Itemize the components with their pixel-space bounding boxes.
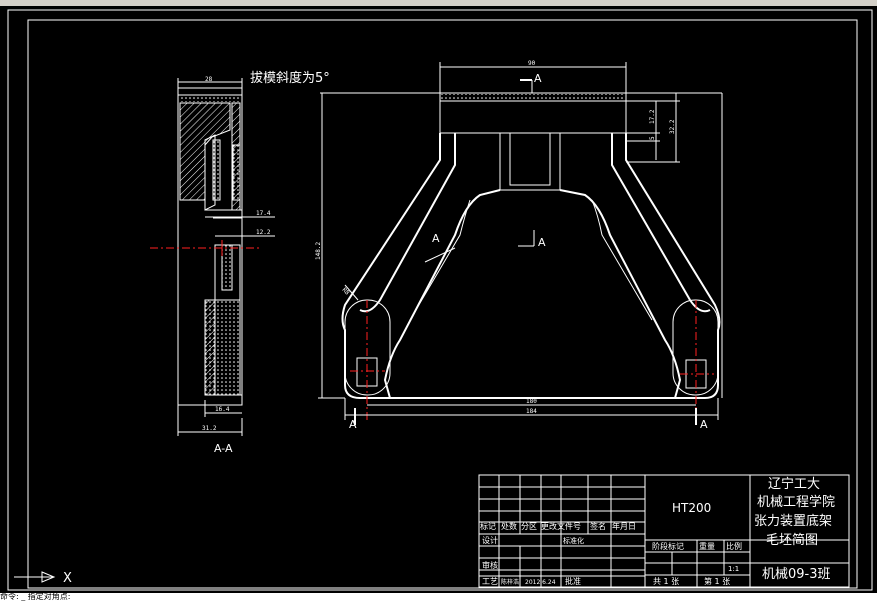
section-label: A-A [214, 442, 233, 455]
svg-text:32.2: 32.2 [669, 119, 676, 134]
command-line[interactable]: 命令: _ 指定对角点: [0, 593, 877, 601]
svg-text:R8: R8 [341, 286, 351, 296]
svg-text:共 1 张: 共 1 张 [653, 577, 679, 586]
svg-text:16.4: 16.4 [215, 406, 230, 413]
svg-text:更改文件号: 更改文件号 [541, 521, 581, 531]
front-view [341, 92, 721, 425]
svg-text:A: A [538, 236, 546, 249]
svg-text:第 1 张: 第 1 张 [704, 576, 730, 586]
svg-text:陈梓浩: 陈梓浩 [501, 578, 519, 586]
svg-text:A: A [700, 418, 708, 431]
ucs-icon: X [14, 571, 72, 586]
section-view [150, 87, 260, 406]
svg-text:A: A [349, 418, 357, 431]
svg-text:机械09-3班: 机械09-3班 [762, 567, 831, 582]
svg-text:标记: 标记 [480, 521, 496, 531]
svg-text:1:1: 1:1 [728, 565, 739, 573]
svg-text:2012.6.24: 2012.6.24 [525, 579, 556, 586]
svg-text:工艺: 工艺 [482, 577, 498, 586]
svg-text:5: 5 [649, 136, 656, 140]
svg-text:标准化: 标准化 [563, 536, 584, 545]
svg-text:X: X [63, 571, 72, 586]
svg-text:31.2: 31.2 [202, 425, 217, 432]
svg-text:阶段标记: 阶段标记 [652, 541, 684, 551]
svg-text:处数: 处数 [501, 521, 517, 531]
svg-text:重量: 重量 [699, 541, 715, 551]
cad-drawing-canvas[interactable]: 28 17.4 12.2 16.4 31.2 A-A 拔模斜度为5° 90 17… [0, 0, 877, 601]
svg-text:辽宁工大: 辽宁工大 [768, 476, 820, 492]
svg-text:184: 184 [526, 408, 537, 415]
draft-angle-note: 拔模斜度为5° [250, 70, 330, 86]
svg-text:毛坯简图: 毛坯简图 [766, 532, 818, 548]
inner-frame [27, 19, 858, 589]
svg-text:HT200: HT200 [672, 501, 711, 515]
svg-text:148.2: 148.2 [315, 242, 322, 260]
svg-text:签名: 签名 [590, 521, 606, 531]
svg-text:A: A [432, 232, 440, 245]
svg-text:年月日: 年月日 [612, 521, 636, 531]
svg-text:17.2: 17.2 [649, 109, 656, 124]
svg-text:分区: 分区 [521, 522, 537, 531]
svg-text:机械工程学院: 机械工程学院 [757, 494, 835, 510]
svg-text:12.2: 12.2 [256, 229, 271, 236]
svg-text:张力装置底架: 张力装置底架 [754, 513, 832, 529]
front-dimensions: 90 17.2 32.2 5 148.2 180 184 R8 [315, 60, 723, 420]
section-markers: A A A A A [349, 72, 708, 431]
svg-text:设计: 设计 [482, 535, 498, 545]
svg-text:180: 180 [526, 398, 537, 405]
svg-text:28: 28 [205, 76, 213, 83]
svg-text:17.4: 17.4 [256, 210, 271, 217]
svg-text:A: A [534, 72, 542, 85]
svg-text:审核: 审核 [482, 560, 498, 570]
svg-text:90: 90 [528, 60, 536, 67]
svg-text:比例: 比例 [726, 541, 742, 551]
svg-text:批准: 批准 [565, 576, 581, 586]
